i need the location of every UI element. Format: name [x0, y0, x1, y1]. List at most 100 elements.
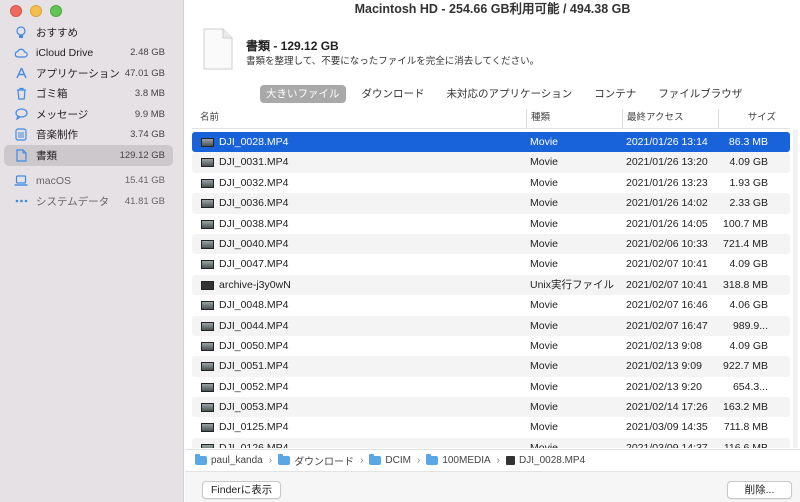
table-row[interactable]: DJI_0044.MP4 Movie 2021/02/07 16:47 989.9..… — [192, 315, 790, 336]
file-name: DJI_0125.MP4 — [219, 421, 289, 434]
file-size: 86.3 MB — [728, 136, 768, 148]
sidebar-item[interactable]: 書類 129.12 GB — [4, 145, 173, 166]
path-crumb-label: paul_kanda — [211, 455, 263, 466]
table-row[interactable]: DJI_0047.MP4 Movie 2021/02/07 10:41 4.09 GB — [192, 254, 790, 274]
path-crumb[interactable]: paul_kanda — [195, 454, 263, 466]
delete-button[interactable]: 削除... — [727, 481, 792, 499]
file-last-access: 2021/02/06 10:33 — [626, 237, 708, 250]
sidebar-item-label: iCloud Drive — [36, 46, 94, 59]
path-crumb[interactable]: DJI_0028.MP4 — [506, 455, 585, 466]
path-separator-icon: › — [268, 455, 273, 466]
path-crumb[interactable]: DCIM — [369, 454, 411, 466]
path-crumb[interactable]: ダウンロード — [278, 453, 354, 468]
sidebar-item[interactable]: メッセージ 9.9 MB — [4, 104, 173, 125]
file-last-access: 2021/02/07 10:41 — [626, 258, 708, 271]
sidebar-item-label: ゴミ箱 — [36, 88, 68, 101]
category-title: 書類 - 129.12 GB — [246, 39, 339, 53]
video-thumbnail-icon — [201, 239, 214, 249]
file-name: DJI_0036.MP4 — [219, 197, 289, 210]
footer: Finderに表示 削除... — [185, 471, 800, 502]
video-thumbnail-icon — [201, 341, 214, 351]
video-thumbnail-icon — [201, 158, 214, 168]
table-row[interactable]: DJI_0052.MP4 Movie 2021/02/13 9:20 654.3... — [192, 377, 790, 397]
video-thumbnail-icon — [201, 178, 214, 188]
sidebar-item-size: 2.48 GB — [130, 47, 165, 59]
video-thumbnail-icon — [201, 138, 214, 147]
lightbulb-icon — [14, 25, 28, 39]
zoom-window-button[interactable] — [50, 5, 62, 17]
table-row[interactable]: DJI_0125.MP4 Movie 2021/03/09 14:35 711.8 M… — [192, 417, 790, 437]
file-last-access: 2021/02/07 16:46 — [626, 299, 708, 312]
table-row[interactable]: DJI_0053.MP4 Movie 2021/02/14 17:26 163.2 M… — [192, 397, 790, 418]
sidebar-list: おすすめ iCloud Drive 2.48 GB アプリケーション 47.01 GB ゴ… — [4, 22, 173, 212]
table-row[interactable]: DJI_0036.MP4 Movie 2021/01/26 14:02 2.33 GB — [192, 193, 790, 214]
tab[interactable]: ダウンロード — [356, 85, 431, 103]
sidebar-item[interactable]: アプリケーション 47.01 GB — [4, 63, 173, 84]
tab[interactable]: 未対応のアプリケーション — [441, 85, 579, 103]
more-icon — [14, 194, 28, 208]
column-name[interactable]: 名前 — [200, 109, 219, 129]
file-kind: Movie — [530, 319, 559, 332]
table-row[interactable]: archive-j3y0wN Unix実行ファイル 2021/02/07 10:41… — [192, 274, 790, 296]
video-thumbnail-icon — [201, 362, 214, 372]
file-kind: Movie — [530, 237, 559, 250]
close-window-button[interactable] — [10, 5, 22, 17]
table-row[interactable]: DJI_0028.MP4 Movie 2021/01/26 13:14 86.3 MB — [192, 132, 790, 153]
table-row[interactable]: DJI_0038.MP4 Movie 2021/01/26 14:05 100.7 M… — [192, 214, 790, 234]
file-kind: Movie — [530, 421, 559, 434]
column-kind[interactable]: 種類 — [526, 109, 622, 129]
table-row[interactable]: DJI_0032.MP4 Movie 2021/01/26 13:23 1.93 GB — [192, 173, 790, 193]
file-kind: Movie — [530, 380, 559, 393]
category-description: 書類を整理して、不要になったファイルを完全に消去してください。 — [246, 56, 540, 67]
file-kind: Movie — [530, 360, 559, 373]
path-separator-icon: › — [496, 455, 501, 466]
column-size[interactable]: サイズ — [718, 109, 780, 129]
movie-file-icon — [506, 456, 516, 465]
file-size: 989.9... — [732, 319, 768, 332]
file-kind: Movie — [530, 299, 559, 312]
show-in-finder-button[interactable]: Finderに表示 — [202, 481, 282, 499]
file-name: DJI_0126.MP4 — [219, 441, 289, 448]
file-name: DJI_0050.MP4 — [219, 339, 289, 352]
file-last-access: 2021/02/13 9:08 — [626, 339, 702, 352]
scrollbar[interactable] — [793, 130, 798, 448]
file-size: 318.8 MB — [723, 278, 768, 291]
sidebar-item[interactable]: macOS 15.41 GB — [4, 171, 173, 192]
table-row[interactable]: DJI_0031.MP4 Movie 2021/01/26 13:20 4.09 GB — [192, 152, 790, 173]
folder-icon — [195, 454, 207, 465]
table-row[interactable]: DJI_0050.MP4 Movie 2021/02/13 9:08 4.09 GB — [192, 336, 790, 356]
folder-icon — [426, 454, 439, 465]
file-name: DJI_0048.MP4 — [219, 299, 289, 312]
sidebar-item-label: 書類 — [36, 149, 57, 162]
table-row[interactable]: DJI_0048.MP4 Movie 2021/02/07 16:46 4.06 GB — [192, 295, 790, 315]
table-row[interactable]: DJI_0051.MP4 Movie 2021/02/13 9:09 922.7 MB — [192, 356, 790, 377]
file-kind: Movie — [530, 401, 559, 414]
sidebar-item[interactable]: ゴミ箱 3.8 MB — [4, 84, 173, 105]
sidebar-item[interactable]: iCloud Drive 2.48 GB — [4, 43, 173, 64]
video-thumbnail-icon — [201, 301, 214, 311]
music-icon — [14, 128, 28, 142]
file-name: DJI_0044.MP4 — [219, 319, 289, 332]
file-kind: Movie — [530, 217, 559, 230]
file-last-access: 2021/03/09 14:37 — [626, 441, 708, 448]
sidebar-item[interactable]: 音楽制作 3.74 GB — [4, 125, 173, 146]
sidebar-item-label: メッセージ — [36, 108, 89, 121]
column-last-access[interactable]: 最終アクセス — [622, 109, 718, 129]
tab[interactable]: 大きいファイル — [260, 85, 346, 103]
sidebar-item-size: 129.12 GB — [119, 149, 165, 161]
file-name: DJI_0047.MP4 — [219, 258, 289, 271]
path-crumb[interactable]: 100MEDIA — [426, 454, 491, 466]
video-thumbnail-icon — [201, 382, 214, 392]
tab[interactable]: ファイルブラウザ — [652, 85, 748, 103]
table-row[interactable]: DJI_0040.MP4 Movie 2021/02/06 10:33 721.4 M… — [192, 233, 790, 255]
sidebar-item[interactable]: おすすめ — [4, 22, 173, 43]
sidebar-item[interactable]: システムデータ 41.81 GB — [4, 191, 173, 212]
file-name: DJI_0028.MP4 — [219, 136, 289, 148]
path-crumb-label: ダウンロード — [294, 457, 355, 468]
path-crumb-label: DJI_0028.MP4 — [519, 455, 586, 466]
minimize-window-button[interactable] — [30, 5, 42, 17]
file-kind: Movie — [530, 136, 559, 148]
file-kind: Movie — [530, 441, 559, 448]
tab[interactable]: コンテナ — [588, 85, 642, 103]
table-row[interactable]: DJI_0126.MP4 Movie 2021/03/09 14:37 116.6 M… — [192, 437, 790, 448]
